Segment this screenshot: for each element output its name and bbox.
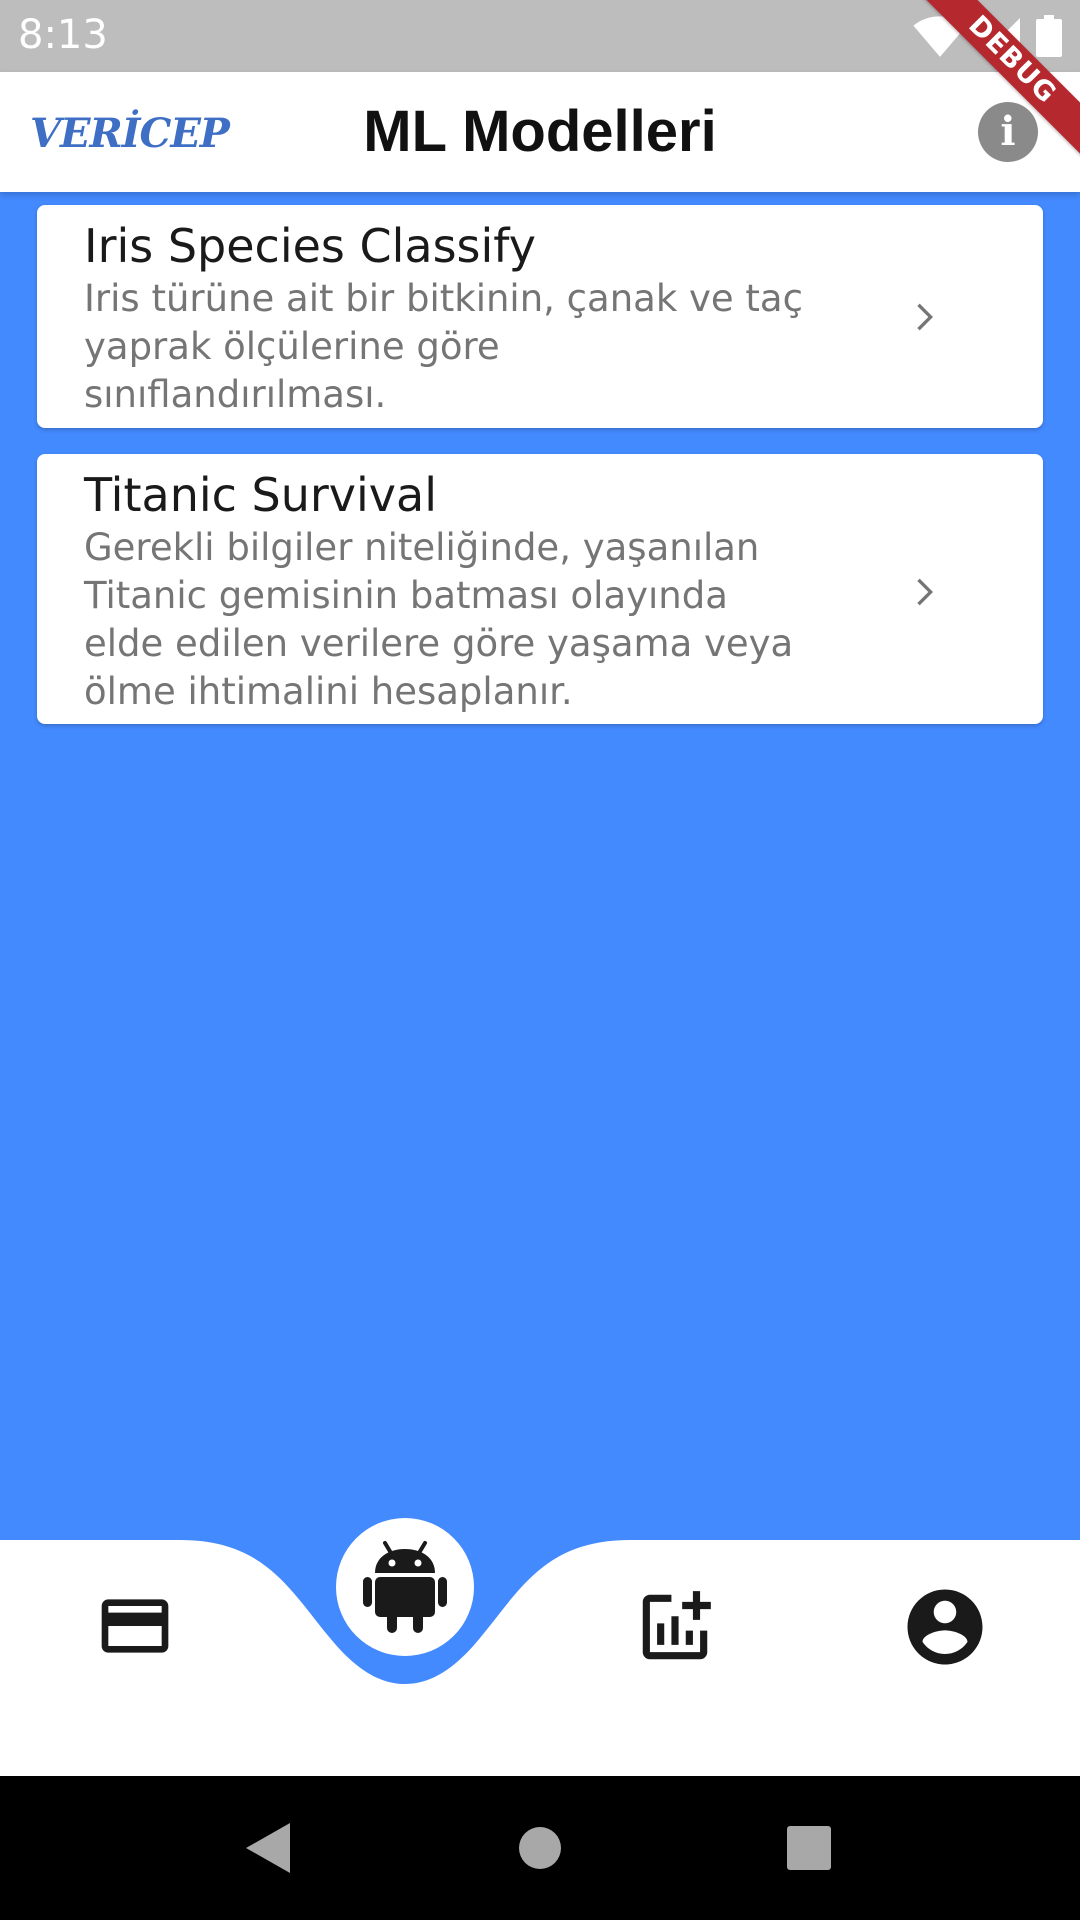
screen: 8:13 DEBUG VERİCEP ML Modelleri i Iris S…: [0, 0, 1080, 1920]
android-icon: [363, 1541, 447, 1633]
nav-item-payments[interactable]: [92, 1586, 178, 1666]
status-time: 8:13: [18, 12, 108, 58]
nav-item-profile[interactable]: [900, 1582, 990, 1672]
nav-item-models[interactable]: [336, 1518, 474, 1656]
model-card-description: Gerekli bilgiler niteliğinde, yaşanılan …: [84, 526, 794, 713]
model-card-titanic[interactable]: Titanic Survival Gerekli bilgiler niteli…: [37, 454, 1043, 724]
system-nav-bar: [0, 1776, 1080, 1920]
battery-icon: [1036, 15, 1062, 57]
home-icon[interactable]: [518, 1826, 562, 1870]
app-bar: VERİCEP ML Modelleri i: [0, 72, 1080, 192]
chevron-right-icon: [917, 303, 933, 331]
info-button[interactable]: i: [978, 102, 1038, 162]
model-card-description: Iris türüne ait bir bitkinin, çanak ve t…: [84, 277, 803, 416]
model-card-title: Titanic Survival: [84, 468, 437, 522]
chevron-right-icon: [917, 578, 933, 606]
model-card-iris[interactable]: Iris Species Classify Iris türüne ait bi…: [37, 205, 1043, 428]
nav-item-add-chart[interactable]: [632, 1584, 718, 1670]
credit-card-icon: [101, 1599, 169, 1653]
account-circle-icon: [907, 1589, 983, 1665]
info-icon: i: [1000, 108, 1016, 155]
status-bar: 8:13: [0, 0, 1080, 72]
back-icon[interactable]: [244, 1821, 294, 1875]
page-title: ML Modelleri: [363, 99, 717, 164]
recents-icon[interactable]: [786, 1825, 832, 1871]
model-card-title: Iris Species Classify: [84, 219, 536, 273]
add-chart-icon: [642, 1591, 711, 1660]
